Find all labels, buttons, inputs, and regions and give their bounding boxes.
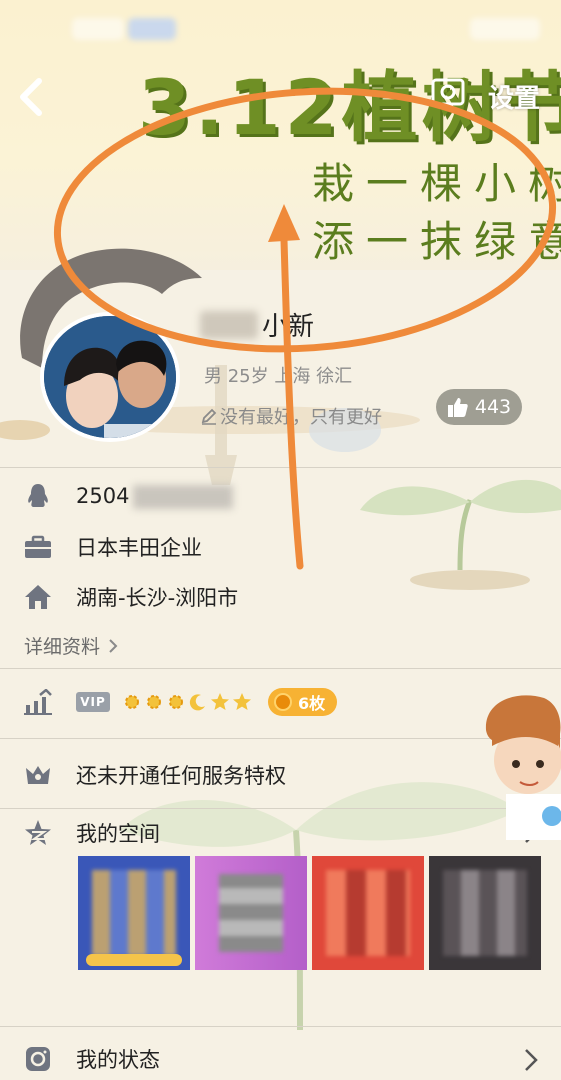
profile-page: 3.12植树节 栽一棵小树 添一抹绿意 设置 小新 男 25岁 上海 徐汇 没有…: [0, 0, 561, 1080]
annotation-overlay: [53, 87, 557, 570]
